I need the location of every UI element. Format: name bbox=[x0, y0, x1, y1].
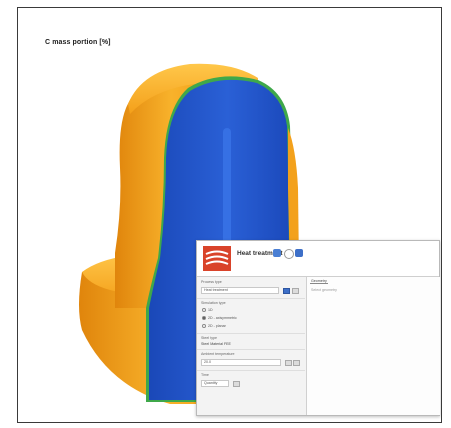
radio-selected-icon[interactable] bbox=[202, 316, 206, 320]
time-label: Time bbox=[201, 373, 209, 377]
process-type-select[interactable]: Heat treatment bbox=[201, 287, 279, 294]
time-option-button[interactable] bbox=[233, 381, 240, 387]
settings-icon[interactable] bbox=[295, 249, 303, 257]
option-2d-planar-label: 2D - planar bbox=[208, 324, 226, 328]
process-options-button[interactable] bbox=[292, 288, 299, 294]
geometry-placeholder: Select geometry bbox=[311, 288, 337, 292]
info-icon[interactable] bbox=[284, 249, 294, 259]
help-icon[interactable] bbox=[273, 249, 281, 257]
simulation-type-label: Simulation type bbox=[201, 301, 226, 305]
option-1d[interactable]: 1D bbox=[202, 308, 213, 312]
tab-geometry[interactable]: Geometry bbox=[310, 279, 328, 284]
option-2d-axisymmetric[interactable]: 2D - axisymmetric bbox=[202, 316, 237, 320]
time-select[interactable]: Quantity bbox=[201, 380, 229, 387]
material-label: Steel type bbox=[201, 336, 217, 340]
option-2d-planar[interactable]: 2D - planar bbox=[202, 324, 226, 328]
radio-icon[interactable] bbox=[202, 308, 206, 312]
dialog-settings-panel: Process type Heat treatment Simulation t… bbox=[197, 277, 305, 415]
dialog-header: Heat treatment bbox=[197, 241, 439, 277]
process-type-label: Process type bbox=[201, 280, 222, 284]
app-logo-icon bbox=[203, 246, 231, 271]
figure-frame: C mass portion [%] Heat treatment Proces… bbox=[17, 7, 442, 423]
option-1d-label: 1D bbox=[208, 308, 213, 312]
temperature-label: Ambient temperature bbox=[201, 352, 235, 356]
heat-treatment-dialog: Heat treatment Process type Heat treatme… bbox=[196, 240, 440, 416]
geometry-panel: Geometry Select geometry bbox=[306, 277, 440, 415]
material-value[interactable]: Steel Material FEE bbox=[201, 342, 231, 346]
process-apply-button[interactable] bbox=[283, 288, 290, 294]
temperature-step-button[interactable] bbox=[293, 360, 300, 366]
radio-icon[interactable] bbox=[202, 324, 206, 328]
temperature-input[interactable]: 20.0 bbox=[201, 359, 281, 366]
option-2d-axisymmetric-label: 2D - axisymmetric bbox=[208, 316, 237, 320]
temperature-unit-button[interactable] bbox=[285, 360, 292, 366]
